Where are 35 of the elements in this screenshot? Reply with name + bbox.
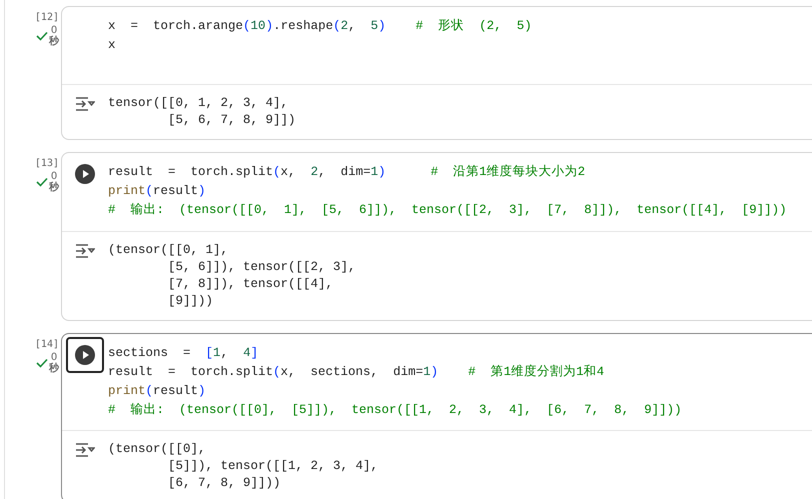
output-line: [5, 6, 7, 8, 9]])	[167, 112, 296, 129]
execution-count: [12]	[34, 12, 59, 23]
code-cell[interactable]: x = torch.arange(10).reshape(2, 5) # 形状 (2, 5) x tensor([[0, 1, 2, 3, 4], [5, 6, 7, 8, 9]])	[61, 6, 812, 140]
execution-count: [13]	[34, 158, 59, 169]
code-line: x	[108, 37, 117, 54]
time-unit: 秒	[49, 182, 59, 193]
play-icon	[75, 345, 95, 365]
output-toggle-icon[interactable]	[75, 97, 95, 111]
output-line: [7, 8]]), tensor([[4],	[167, 276, 334, 293]
code-line: # 输出: (tensor([[0], [5]]), tensor([[1, 2, 3, 4], [6, 7, 8, 9]]))	[108, 402, 682, 419]
play-icon	[75, 164, 95, 184]
output-line: tensor([[0, 1, 2, 3, 4],	[108, 95, 290, 112]
output-line: (tensor([[0],	[108, 441, 207, 458]
code-line: result = torch.split(x, 2, dim=1) # 沿第1维度每块大小为2	[108, 164, 586, 181]
execution-count: [14]	[34, 339, 59, 350]
code-line: print(result)	[108, 183, 207, 200]
output-toggle-icon[interactable]	[75, 244, 95, 258]
output-line: [5, 6]]), tensor([[2, 3],	[167, 259, 356, 276]
code-line: # 输出: (tensor([[0, 1], [5, 6]]), tensor([[2, 3], [7, 8]]), tensor([[4], [9]]))	[108, 202, 787, 219]
run-button[interactable]	[66, 337, 104, 373]
output-line: [9]]))	[167, 293, 214, 310]
output-line: [5]]), tensor([[1, 2, 3, 4],	[167, 458, 378, 475]
output-line: (tensor([[0, 1],	[108, 242, 230, 259]
code-line: x = torch.arange(10).reshape(2, 5) # 形状 (2, 5)	[108, 18, 532, 35]
time-unit: 秒	[49, 36, 59, 47]
time-unit: 秒	[49, 363, 59, 374]
run-time: 0	[50, 171, 58, 182]
code-line: sections = [1, 4]	[108, 345, 260, 362]
run-time: 0	[50, 352, 58, 363]
run-time: 0	[50, 25, 58, 36]
output-line: [6, 7, 8, 9]]))	[167, 475, 282, 492]
code-cell[interactable]	[61, 333, 812, 499]
code-line: print(result)	[108, 383, 207, 400]
output-toggle-icon[interactable]	[75, 443, 95, 457]
code-line: result = torch.split(x, sections, dim=1) # 第1维度分割为1和4	[108, 364, 606, 381]
